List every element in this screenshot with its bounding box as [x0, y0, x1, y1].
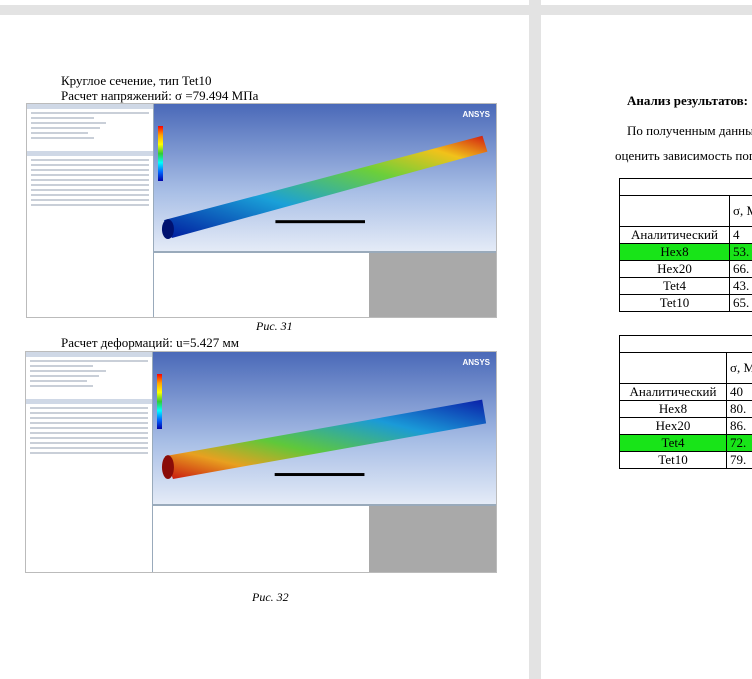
table-cell: 80.: [726, 400, 752, 418]
page-2-top: [541, 0, 752, 5]
table-row: Tet10 65.: [619, 294, 752, 312]
table-row: Hex8 80.: [619, 400, 752, 418]
table-cell: 66.: [729, 260, 752, 278]
graph-panel: [152, 503, 370, 572]
table-cell: Tet10: [619, 451, 727, 469]
pipe-model: [161, 135, 488, 240]
table-cell: 4: [729, 226, 752, 244]
table-row: Аналитический 4: [619, 226, 752, 244]
table-cell: Tet4: [619, 277, 730, 295]
stress-table-1: σ, М Аналитический4 Hex853. Hex2066. Tet…: [619, 178, 752, 312]
paragraph-line: оценить зависимость пог: [615, 148, 752, 163]
table-row: Tet4 43.: [619, 277, 752, 295]
table-row: Tet10 79.: [619, 451, 752, 469]
figure-caption: Рис. 32: [252, 590, 289, 604]
outline-panel: [26, 352, 153, 572]
table-cell: 43.: [729, 277, 752, 295]
page-1: Круглое сечение, тип Tet10 Расчет напряж…: [0, 15, 529, 679]
table-cell: 72.: [726, 434, 752, 452]
table-row: Аналитический 40: [619, 383, 752, 401]
graph-panel: [153, 250, 370, 317]
table-cell: Аналитический: [619, 383, 727, 401]
table-cell: [619, 195, 730, 227]
table-cell: 53.: [729, 243, 752, 261]
table-row: Hex20 66.: [619, 260, 752, 278]
table-row: Hex20 86.: [619, 417, 752, 435]
tabular-data-panel: [369, 250, 496, 317]
ansys-deformation-screenshot: ANSYS: [25, 351, 497, 573]
outline-panel: [27, 104, 154, 317]
pipe-model: [161, 399, 487, 479]
table-cell: Hex8: [619, 400, 727, 418]
tabular-data-panel: [369, 503, 496, 572]
paragraph-line: По полученным данны: [627, 123, 752, 138]
table-cell: σ, М: [726, 352, 752, 384]
table-row: Hex8 53.: [619, 243, 752, 261]
deformation-heading: Расчет деформаций: u=5.427 мм: [61, 335, 239, 350]
stress-table-2: σ, М Аналитический40 Hex880. Hex2086. Te…: [619, 335, 752, 469]
table-cell: [619, 352, 727, 384]
stress-heading: Расчет напряжений: σ =79.494 МПа: [61, 88, 259, 103]
results-title: Анализ результатов:: [627, 93, 748, 108]
table-cell: [619, 335, 752, 353]
figure-caption: Рис. 31: [256, 319, 293, 333]
page-1: [0, 0, 529, 5]
section-heading: Круглое сечение, тип Tet10: [61, 73, 212, 88]
table-cell: Аналитический: [619, 226, 730, 244]
table-cell: Tet4: [619, 434, 727, 452]
table-cell: Tet10: [619, 294, 730, 312]
table-cell: [619, 178, 752, 196]
ansys-stress-screenshot: ANSYS: [26, 103, 497, 318]
table-cell: Hex20: [619, 260, 730, 278]
table-cell: Hex8: [619, 243, 730, 261]
table-cell: 79.: [726, 451, 752, 469]
3d-viewport: ANSYS: [153, 104, 496, 251]
3d-viewport: ANSYS: [152, 352, 496, 504]
table-cell: 40: [726, 383, 752, 401]
table-row: Tet4 72.: [619, 434, 752, 452]
table-cell: σ, М: [729, 195, 752, 227]
table-cell: 86.: [726, 417, 752, 435]
table-cell: 65.: [729, 294, 752, 312]
table-cell: Hex20: [619, 417, 727, 435]
page-2: Анализ результатов: По полученным данны …: [541, 15, 752, 679]
